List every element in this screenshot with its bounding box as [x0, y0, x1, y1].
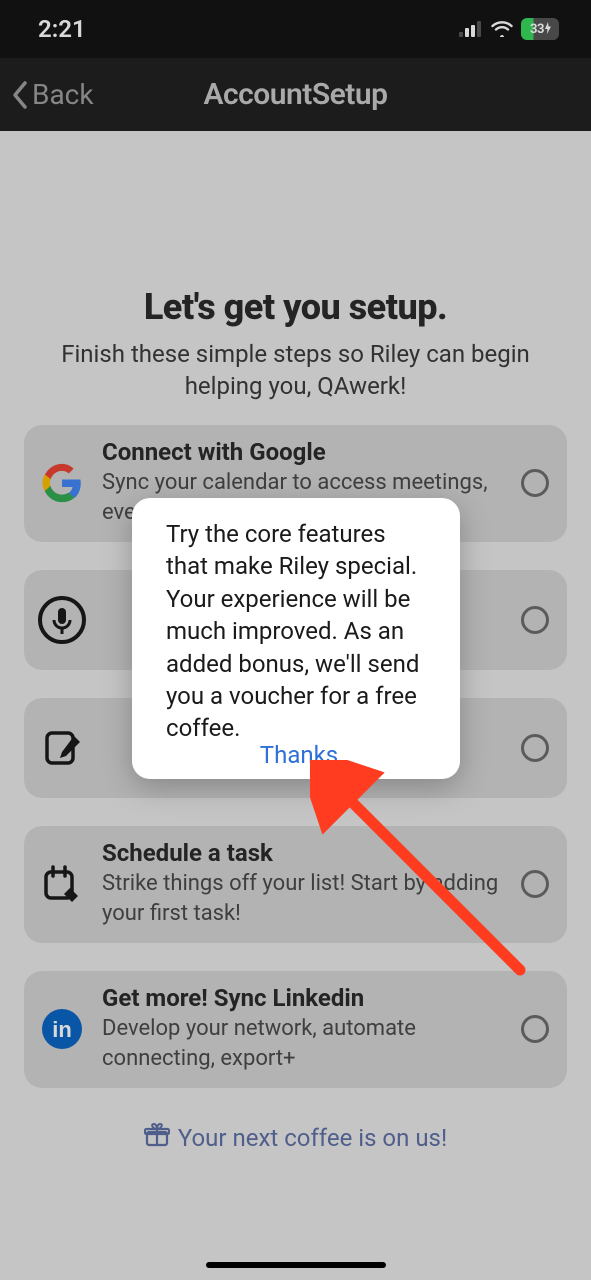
home-indicator[interactable]: [206, 1262, 386, 1268]
popup-thanks-button[interactable]: Thanks: [166, 741, 432, 769]
tooltip-popup: Try the core features that make Riley sp…: [132, 498, 460, 779]
popup-text: Try the core features that make Riley sp…: [166, 518, 432, 745]
